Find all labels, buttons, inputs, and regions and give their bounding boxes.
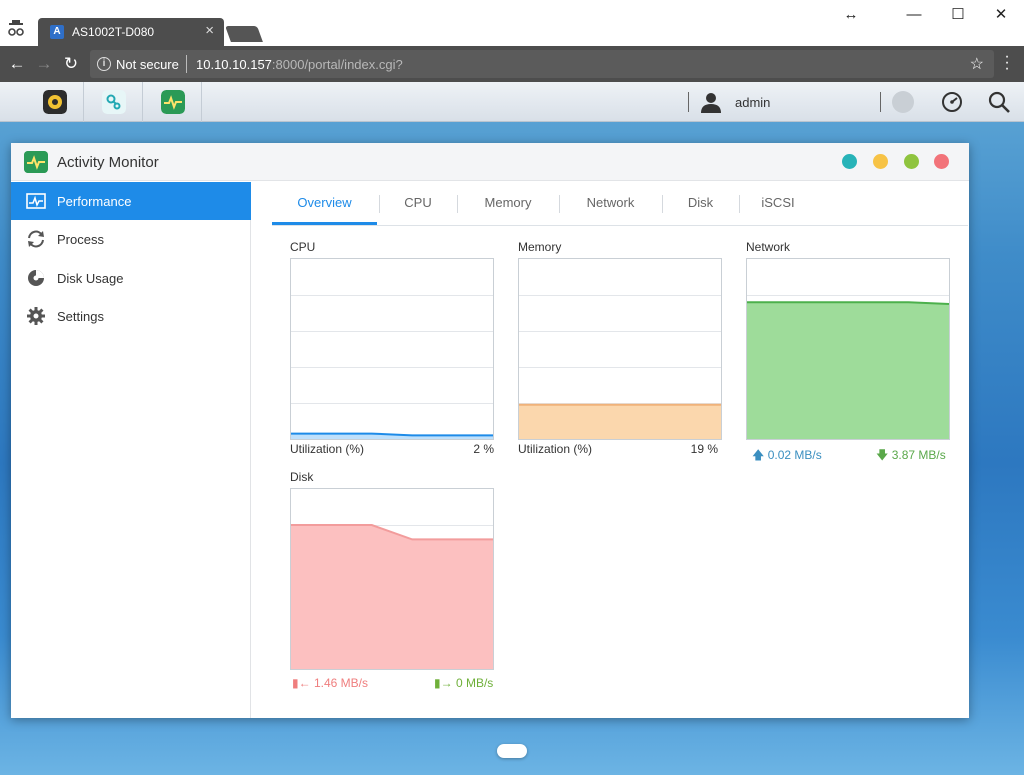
info-icon[interactable]: i [97,57,111,71]
close-window-button[interactable]: ✕ [992,6,1010,24]
browser-tab[interactable]: A AS1002T-D080 × [38,18,224,46]
activity-monitor-app-icon [161,90,185,114]
maximize-button[interactable]: ☐ [949,6,967,24]
sidebar-label: Process [57,232,104,247]
cpu-chart [290,258,494,440]
settings-gear-icon [27,307,45,325]
nas-taskbar: admin [0,82,1024,122]
taskbar-divider [688,92,689,112]
window-minimize-button[interactable] [873,154,888,169]
browser-titlebar: A AS1002T-D080 × ↔ — ☐ ✕ [0,0,1024,46]
tab-bar: Overview CPU Memory Network Disk iSCSI [272,182,968,226]
reload-button[interactable]: ↻ [61,54,81,74]
sidebar-item-disk-usage[interactable]: Disk Usage [11,259,251,297]
main-content: Overview CPU Memory Network Disk iSCSI C… [252,182,969,718]
bookmark-star-icon[interactable]: ☆ [970,54,984,74]
tab-network[interactable]: Network [560,182,661,225]
sidebar: Performance Process Disk Usage Settings [11,182,251,718]
chart-svg [519,295,721,439]
window-header[interactable]: Activity Monitor [11,143,969,181]
new-tab-button[interactable] [225,26,263,42]
network-download: 🡇 3.87 MB/s [876,448,946,462]
address-divider [186,55,187,73]
disk-panel-title: Disk [290,470,314,484]
settings-app-icon [43,90,67,114]
sidebar-item-performance[interactable]: Performance [11,182,251,220]
network-upload: 🡅 0.02 MB/s [752,448,822,462]
tab-title: AS1002T-D080 [72,25,155,39]
address-bar[interactable]: i Not secure 10.10.10.157:8000/portal/in… [90,50,994,78]
disk-usage-icon [28,270,44,286]
memory-panel-title: Memory [518,240,562,254]
connection-app-icon [102,90,126,114]
sidebar-item-settings[interactable]: Settings [11,297,251,335]
tab-overview[interactable]: Overview [272,182,377,225]
user-avatar-icon[interactable] [700,91,722,113]
window-maximize-button[interactable] [904,154,919,169]
forward-button[interactable]: → [34,54,54,74]
minimize-button[interactable]: — [905,6,923,24]
tab-cpu[interactable]: CPU [380,182,456,225]
notification-bell-icon[interactable] [892,91,914,113]
download-arrow-icon: 🡇 [876,448,889,462]
taskbar-app-activity-monitor[interactable] [144,82,202,122]
chart-svg [747,295,949,439]
tab-iscsi[interactable]: iSCSI [740,182,816,225]
back-button[interactable]: ← [7,54,27,74]
chart-svg [291,524,493,669]
tab-disk[interactable]: Disk [663,182,738,225]
incognito-icon [8,20,24,36]
performance-icon [26,193,46,209]
memory-utilization-value: 19 % [690,442,718,456]
network-panel-title: Network [746,240,791,254]
tab-close-icon[interactable]: × [205,23,214,39]
dock-handle[interactable] [497,744,527,758]
disk-write-icon: ▮→ [434,676,453,690]
asustor-favicon-icon: A [50,25,64,39]
chart-area-series [519,404,721,439]
network-chart [746,258,950,440]
browser-toolbar: ← → ↻ i Not secure 10.10.10.157:8000/por… [0,46,1024,82]
disk-read: ▮← 1.46 MB/s [292,676,368,690]
cpu-utilization-label: Utilization (%) [290,442,365,456]
taskbar-app-settings[interactable] [26,82,84,122]
memory-chart [518,258,722,440]
sidebar-label: Performance [57,194,132,209]
taskbar-divider [880,92,881,112]
search-icon[interactable] [987,90,1011,114]
cpu-utilization-value: 2 % [473,442,494,456]
process-icon [28,230,44,248]
url-text[interactable]: 10.10.10.157:8000/portal/index.cgi? [196,57,403,72]
taskbar-app-connection[interactable] [85,82,143,122]
cpu-panel-title: CPU [290,240,316,254]
sidebar-label: Settings [57,309,104,324]
activity-monitor-icon [24,151,48,173]
window-info-button[interactable] [842,154,857,169]
upload-arrow-icon: 🡅 [752,448,765,462]
chart-svg [291,295,493,439]
memory-utilization-label: Utilization (%) [518,442,593,456]
activity-monitor-window: Activity Monitor Performance Process Dis… [11,143,969,718]
chart-area-series [747,302,949,439]
sidebar-label: Disk Usage [57,271,124,286]
chart-area-series [291,525,493,669]
window-title: Activity Monitor [57,154,159,171]
dashboard-gauge-icon[interactable] [940,90,964,114]
window-close-button[interactable] [934,154,949,169]
sidebar-item-process[interactable]: Process [11,220,251,258]
username-label[interactable]: admin [735,95,770,110]
security-label: Not secure [116,57,179,72]
browser-menu-icon[interactable]: · · · [1004,49,1010,77]
disk-read-icon: ▮← [292,676,311,690]
disk-chart [290,488,494,670]
tab-memory[interactable]: Memory [458,182,558,225]
resize-icon: ↔ [843,6,859,23]
nas-desktop: admin Activity Monitor Performance Proce… [0,82,1024,775]
disk-write: ▮→ 0 MB/s [434,676,494,690]
